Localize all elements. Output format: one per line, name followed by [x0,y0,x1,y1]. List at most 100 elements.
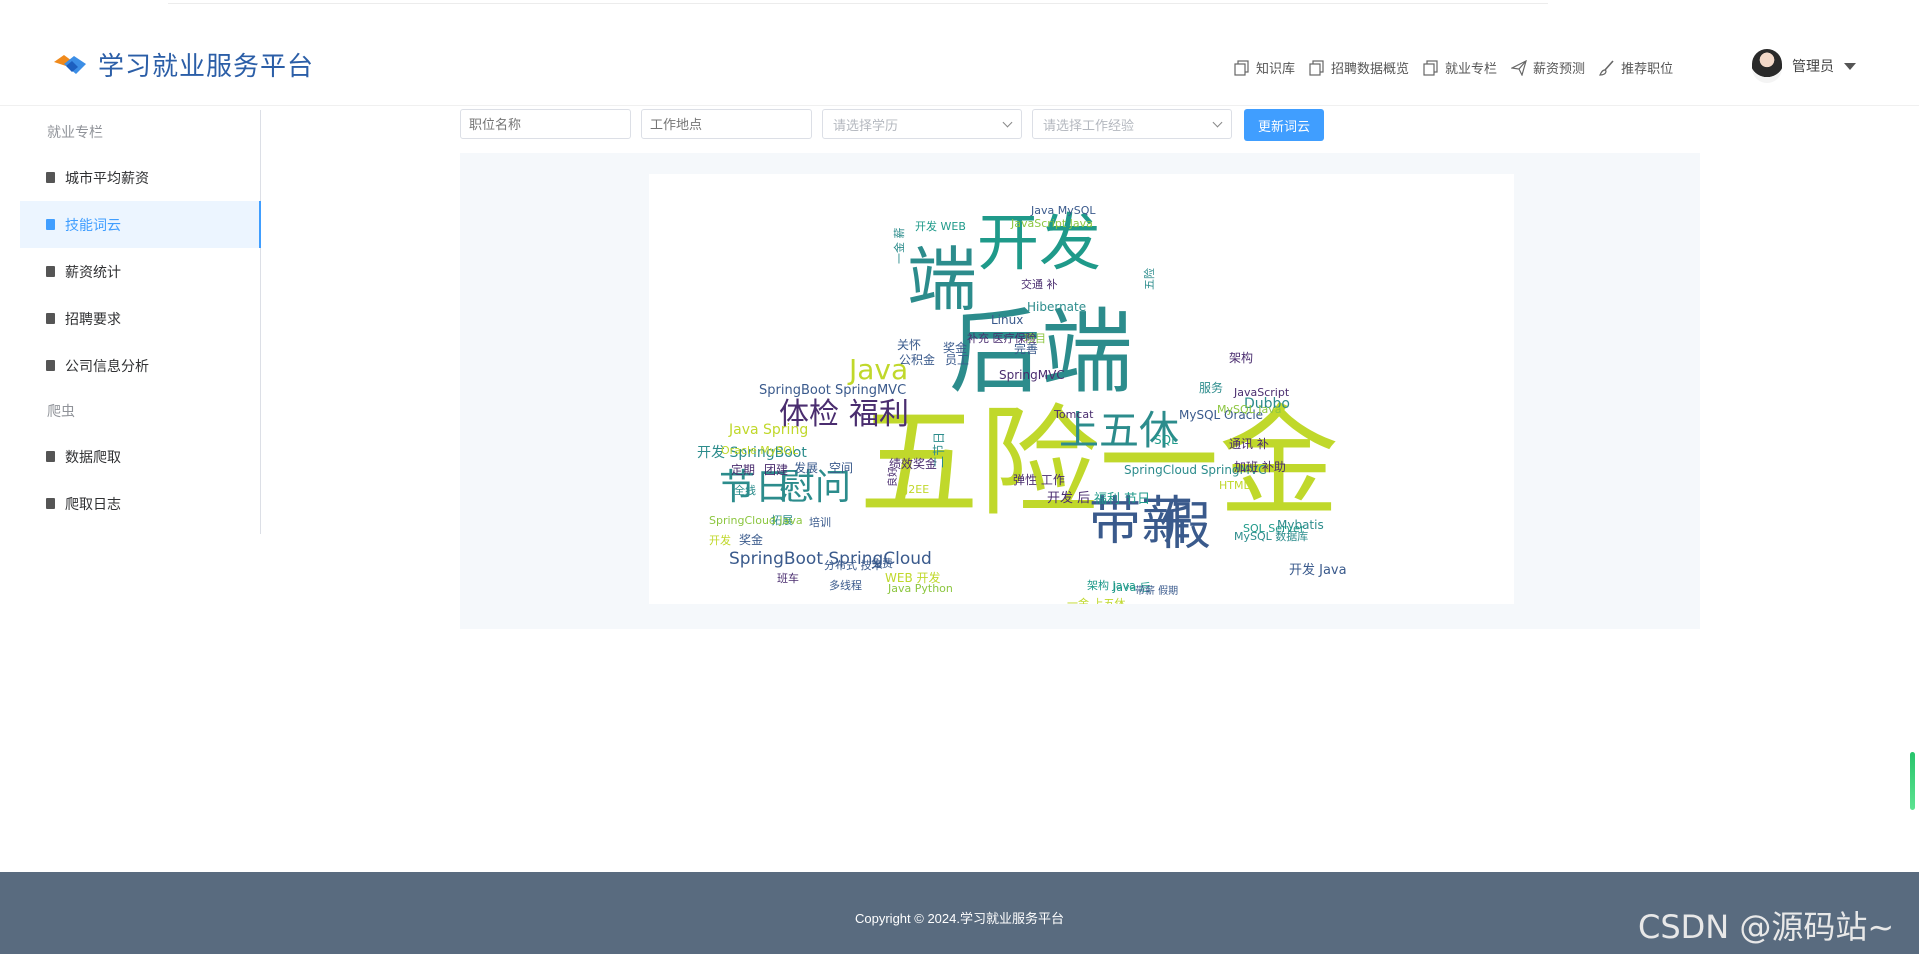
paper-plane-icon [1511,59,1527,76]
user-menu[interactable]: 管理员 [1752,49,1856,83]
wordcloud-word: 加班 补助 [1234,460,1286,474]
education-select[interactable]: 请选择学历 [822,109,1022,139]
wordcloud-word: 关怀 [897,338,921,352]
sidebar-item-label: 数据爬取 [65,448,121,465]
nav-label: 推荐职位 [1621,61,1674,76]
wordcloud-word: 补充 医疗保险 [967,331,1037,345]
copy-icon [1234,59,1249,76]
wordcloud-word: 福利 节日 [1094,492,1150,507]
copy-icon [1423,59,1438,76]
nav-label: 薪资预测 [1533,61,1586,76]
sidebar-group-crawler: 爬虫 [47,403,75,419]
wordcloud-word: 定期 [731,462,755,477]
wordcloud-word: 一金 上五休 [1067,596,1126,604]
top-nav: 知识库 招聘数据概览 就业专栏 薪资预测 推荐职位 [1234,58,1687,77]
brand[interactable]: 学习就业服务平台 [52,46,314,83]
wordcloud-word: Oracle MySQL [721,444,799,457]
sidebar-group-employment: 就业专栏 [47,124,103,140]
wordcloud-word: 良好 [886,467,899,487]
wordcloud-svg: 五险一金后端端 开发带薪假上五休节日慰问体检 福利JavaSpringBoot Sp… [697,204,1347,604]
chevron-down-icon [1002,117,1013,127]
wordcloud-word: 班车 [777,571,799,585]
document-icon [46,219,55,230]
wordcloud-word: JavaScript [1233,386,1290,399]
nav-recommended-jobs[interactable]: 推荐职位 [1599,58,1673,77]
nav-recruitment-overview[interactable]: 招聘数据概览 [1309,58,1409,77]
sidebar-item-label: 薪资统计 [65,263,121,280]
wordcloud-word: 一金 薪 [892,228,906,265]
document-icon [46,498,55,509]
wordcloud-word: 全线 [734,483,756,497]
job-title-input[interactable] [460,109,631,139]
sidebar-item-salary-stats[interactable]: 薪资统计 [20,248,260,295]
nav-knowledge-base[interactable]: 知识库 [1234,58,1295,77]
wordcloud-canvas: 五险一金 后端端开发 带薪假上五休 节日 慰问 体检 福利 Java SpringBoot Sp… [649,174,1514,604]
wordcloud-word: 服务 [1199,380,1223,395]
wordcloud-word: 二节日 [932,432,946,468]
wordcloud-word: 假 [1159,497,1211,557]
wordcloud-word: 交通 补 [1021,277,1058,291]
wordcloud-word: 奖金 [943,340,967,355]
app-title: 学习就业服务平台 [98,52,315,82]
sidebar-item-skill-wordcloud[interactable]: 技能词云 [20,201,261,248]
wordcloud-word: JavaScript Java [1010,217,1093,230]
sidebar-item-company-analysis[interactable]: 公司信息分析 [20,342,260,389]
nav-label: 知识库 [1256,61,1296,76]
wordcloud-word: 免费 [871,556,893,570]
sidebar-item-label: 城市平均薪资 [65,169,149,186]
footer: Copyright © 2024.学习就业服务平台 CSDN @源码站~ [0,872,1919,954]
wordcloud-word: HTML [1219,479,1250,492]
wordcloud-word: 微 服务 [1211,603,1251,604]
experience-select[interactable]: 请选择工作经验 [1032,109,1232,139]
wordcloud-word: J2EE [904,483,929,496]
sidebar-item-crawl-log[interactable]: 爬取日志 [20,480,260,527]
document-icon [46,172,55,183]
watermark: CSDN @源码站~ [1638,908,1895,946]
wordcloud-word: 开发 [709,533,731,547]
wordcloud-word: 团建 [764,463,788,477]
nav-salary-prediction[interactable]: 薪资预测 [1511,58,1585,77]
wordcloud-word: 奖金 [739,532,763,547]
sidebar-item-requirements[interactable]: 招聘要求 [20,295,260,342]
scrollbar[interactable] [1910,752,1915,810]
wordcloud-word: 空间 [829,461,853,475]
document-icon [46,313,55,324]
handshake-logo-icon [54,54,86,74]
refresh-wordcloud-button[interactable]: 更新词云 [1244,109,1325,141]
wordcloud-word: 福利 [849,397,909,432]
sidebar-item-data-crawl[interactable]: 数据爬取 [20,433,260,480]
experience-placeholder: 请选择工作经验 [1043,117,1135,133]
education-placeholder: 请选择学历 [833,117,899,133]
copyright-brand: 学习就业服务平台 [959,911,1064,926]
wordcloud-word: SQL [1154,433,1178,447]
copy-icon [1309,59,1324,76]
top-divider [168,0,1548,4]
wordcloud-word: SpringCloud Java [709,514,803,527]
wordcloud-word: 多线程 [829,578,862,592]
wordcloud-word: MySQL Java [1217,403,1282,416]
wordcloud-panel: 五险一金 后端端开发 带薪假上五休 节日 慰问 体检 福利 Java SpringBoot Sp… [460,153,1700,629]
wordcloud-word: SpringBoot SpringMVC [759,383,906,398]
nav-label: 就业专栏 [1445,61,1498,76]
top-header: 学习就业服务平台 知识库 招聘数据概览 就业专栏 薪资预测 推荐职位 管理员 [0,10,1919,106]
location-input[interactable] [641,109,812,139]
wordcloud-word: Oracle [1153,603,1192,604]
nav-label: 招聘数据概览 [1331,61,1410,76]
wordcloud-word: MySQL 数据库 [1234,529,1308,543]
wordcloud-word: Java MySQL [1030,204,1096,217]
chevron-down-icon [1212,117,1223,127]
wordcloud-word: 开发 WEB [915,219,966,233]
wordcloud-word: Hibernate [1027,300,1086,314]
wordcloud-word: Linux [991,313,1023,327]
sidebar-item-label: 爬取日志 [65,495,121,512]
wordcloud-word: 架构 [1229,350,1253,365]
nav-employment-column[interactable]: 就业专栏 [1423,58,1497,77]
wordcloud-word: Tomcat [1053,408,1094,421]
brush-icon [1599,59,1614,76]
wordcloud-word: 五险 [1142,268,1156,290]
avatar[interactable] [1752,49,1782,83]
wordcloud-word: 发展 [794,460,818,475]
document-icon [46,451,55,462]
sidebar-item-city-salary[interactable]: 城市平均薪资 [20,154,260,201]
wordcloud-word: 端 [907,239,977,321]
